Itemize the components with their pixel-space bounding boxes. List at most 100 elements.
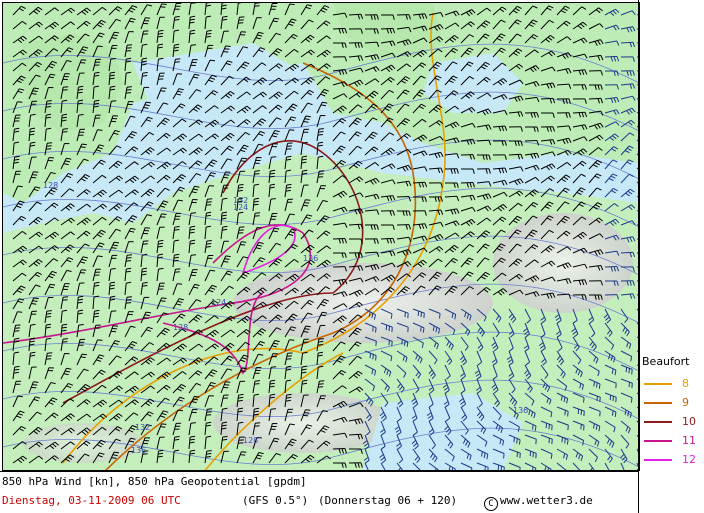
wind-barb-tick (94, 74, 100, 77)
wind-barb-tick (225, 171, 231, 173)
wind-barb-tick (126, 299, 132, 301)
wind-barb-tick (97, 339, 103, 341)
wind-barb-tick (372, 354, 374, 360)
isoline-label: 124 (211, 298, 226, 307)
wind-barb-tick (238, 184, 244, 186)
wind-barb-tick (614, 411, 617, 417)
wind-barb-tick (317, 134, 323, 136)
wind-barb-tick (487, 467, 489, 470)
wind-barb-tick (206, 450, 212, 452)
legend-swatch (644, 440, 672, 442)
wind-barb-tick (270, 198, 276, 200)
wind-barb-tick (206, 453, 212, 455)
wind-barb-tick (14, 158, 20, 161)
copyright-icon: C (484, 497, 498, 511)
wind-barb-tick (532, 424, 534, 430)
wind-barb-tick (97, 45, 103, 48)
legend-swatch (644, 421, 672, 423)
wind-barb-tick (254, 383, 260, 385)
source-credit: Cwww.wetter3.de (484, 494, 593, 511)
map-canvas: 124128132136136128132124128136 (3, 3, 639, 470)
wind-barb-tick (529, 451, 532, 457)
wind-barb-tick (160, 6, 166, 8)
wind-barb-tick (46, 310, 52, 312)
wind-barb-tick (519, 467, 521, 470)
legend-label: 10 (682, 415, 696, 428)
wind-barb-tick (222, 225, 228, 228)
wind-barb-tick (33, 297, 39, 300)
wind-barb-tick (254, 173, 260, 175)
wind-barb-tick (31, 176, 37, 179)
wind-barb-tick (32, 90, 38, 92)
legend-swatch (644, 459, 672, 461)
wind-barb-tick (17, 101, 23, 103)
wind-barb-tick (561, 437, 563, 443)
wind-barb-tick (388, 340, 390, 346)
wind-barb-tick (206, 240, 212, 242)
wind-barb-tick (420, 312, 422, 318)
wind-barb-tick (78, 114, 84, 116)
wind-barb-tick (13, 371, 19, 374)
wind-barb-tick (33, 87, 39, 90)
isoline-label: 124 (233, 203, 248, 212)
wind-barb-tick (126, 50, 132, 52)
wind-barb-tick (222, 435, 228, 438)
wind-barb-tick (46, 145, 52, 147)
wind-barb-tick (62, 131, 68, 133)
wind-barb-tick (375, 355, 377, 361)
wind-barb-tick (551, 439, 553, 445)
wind-barb-tick (206, 30, 212, 32)
wind-barb-tick (126, 89, 132, 91)
wind-barb-tick (631, 369, 633, 375)
wind-barb-tick (174, 436, 180, 438)
wind-barb-tick (224, 384, 230, 386)
legend-label: 9 (682, 396, 689, 409)
wind-barb-tick (77, 91, 83, 94)
wind-barb-tick (304, 202, 310, 204)
map-chart: 124 128 132 136 136 128 132 124 128 136 Beaufort … (0, 0, 704, 513)
wind-barb-tick (161, 213, 167, 215)
wind-barb-tick (628, 368, 630, 374)
wind-barb-tick (205, 35, 211, 38)
wind-barb-tick (13, 161, 19, 164)
wind-barb-tick (318, 341, 324, 343)
frame-divider (638, 0, 639, 513)
wind-barb-tick (551, 425, 553, 431)
wind-barb-tick (302, 141, 308, 144)
wind-barb (540, 97, 554, 100)
wind-barb-tick (304, 118, 310, 120)
wind-barb-tick (125, 260, 132, 262)
wind-barb-tick (390, 313, 393, 319)
wind-barb-tick (110, 268, 116, 270)
wind-barb-tick (318, 173, 324, 175)
wind-barb-tick (157, 245, 163, 248)
wind-barb-tick (289, 423, 295, 426)
wind-barb-tick (535, 439, 537, 445)
wind-barb-tick (225, 255, 231, 258)
wind-barb-tick (206, 33, 212, 35)
wind-barb-tick (303, 414, 309, 417)
wind-barb-tick (127, 254, 133, 256)
wind-barb-tick (630, 397, 633, 403)
wind-barb-tick (285, 399, 291, 402)
wind-barb (588, 97, 602, 100)
wind-barb-tick (375, 327, 377, 333)
wind-barb-tick (223, 261, 229, 263)
wind-barb-tick (161, 87, 167, 89)
legend-swatch (644, 383, 672, 385)
wind-barb-tick (45, 316, 51, 318)
wind-barb-tick (305, 115, 311, 118)
wind-barb-tick (422, 327, 425, 333)
legend-item-8: 8 (644, 377, 704, 391)
source-link[interactable]: www.wetter3.de (500, 494, 593, 507)
wind-barb-tick (94, 71, 100, 74)
wind-barb-tick (566, 439, 569, 445)
wind-barb-tick (160, 216, 166, 218)
wind-barb-tick (303, 121, 309, 123)
wind-barb-tick (241, 157, 247, 160)
wind-barb (348, 433, 362, 436)
wind-barb-tick (63, 296, 69, 298)
wind-barb-tick (372, 326, 374, 332)
wind-barb-tick (93, 105, 99, 108)
wind-barb-tick (223, 51, 229, 53)
